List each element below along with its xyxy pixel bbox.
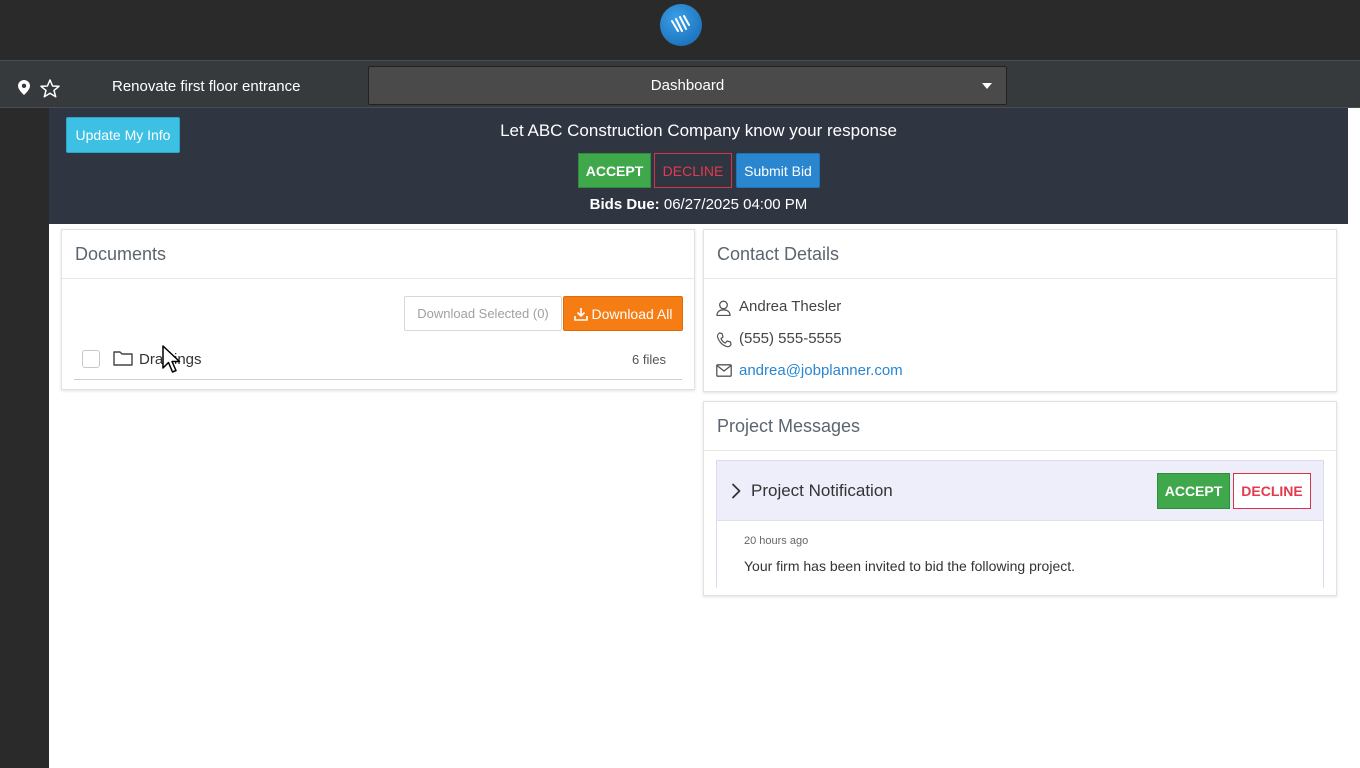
view-select-value: Dashboard <box>650 77 725 94</box>
message-decline-button[interactable]: DECLINE <box>1233 473 1311 509</box>
caret-down-icon <box>982 83 992 89</box>
download-all-button[interactable]: Download All <box>563 296 683 331</box>
document-file-count: 6 files <box>632 352 666 367</box>
project-messages-title: Project Messages <box>704 402 1336 451</box>
download-all-label: Download All <box>591 305 673 322</box>
view-select[interactable]: Dashboard <box>368 66 1007 105</box>
contact-name: Andrea Thesler <box>739 298 842 315</box>
message-title: Project Notification <box>751 481 893 500</box>
documents-title: Documents <box>62 230 694 279</box>
top-bar <box>0 0 1360 60</box>
jobplanner-logo-icon[interactable] <box>660 4 702 46</box>
project-name: Renovate first floor entrance <box>112 78 301 95</box>
contact-details-title: Contact Details <box>704 230 1336 279</box>
message-card: Project Notification ACCEPT DECLINE 20 h… <box>716 460 1324 588</box>
folder-icon <box>113 351 133 366</box>
user-icon <box>716 300 731 316</box>
message-timestamp: 20 hours ago <box>744 535 809 547</box>
submit-bid-button[interactable]: Submit Bid <box>736 153 820 188</box>
message-body: Your firm has been invited to bid the fo… <box>744 558 1076 574</box>
message-accept-button[interactable]: ACCEPT <box>1157 473 1230 509</box>
download-selected-button[interactable]: Download Selected (0) <box>404 296 562 331</box>
response-title: Let ABC Construction Company know your r… <box>500 121 897 140</box>
mouse-cursor-icon <box>162 345 181 373</box>
chevron-right-icon[interactable] <box>731 483 741 499</box>
bids-due: Bids Due: 06/27/2025 04:00 PM <box>49 196 1348 213</box>
message-header[interactable]: Project Notification ACCEPT DECLINE <box>717 461 1323 521</box>
contact-phone: (555) 555-5555 <box>739 330 842 347</box>
bids-due-value: 06/27/2025 04:00 PM <box>663 196 808 213</box>
download-icon <box>573 307 588 321</box>
contact-email-link[interactable]: andrea@jobplanner.com <box>739 362 903 379</box>
star-icon[interactable] <box>40 79 60 98</box>
documents-panel: Documents Download Selected (0) Download… <box>61 229 695 390</box>
project-messages-panel: Project Messages Project Notification AC… <box>703 401 1337 596</box>
location-pin-icon[interactable] <box>18 80 30 95</box>
phone-icon <box>716 332 732 348</box>
accept-button[interactable]: ACCEPT <box>578 153 651 188</box>
envelope-icon <box>716 364 732 377</box>
project-bar: Renovate first floor entrance Dashboard <box>0 60 1360 108</box>
left-rail <box>0 108 49 768</box>
decline-button[interactable]: DECLINE <box>654 153 732 188</box>
bids-due-label: Bids Due: <box>589 196 660 213</box>
contact-details-panel: Contact Details Andrea Thesler (555) 555… <box>703 229 1337 392</box>
document-checkbox[interactable] <box>82 350 100 368</box>
response-bar: Update My Info Let ABC Construction Comp… <box>49 108 1348 224</box>
